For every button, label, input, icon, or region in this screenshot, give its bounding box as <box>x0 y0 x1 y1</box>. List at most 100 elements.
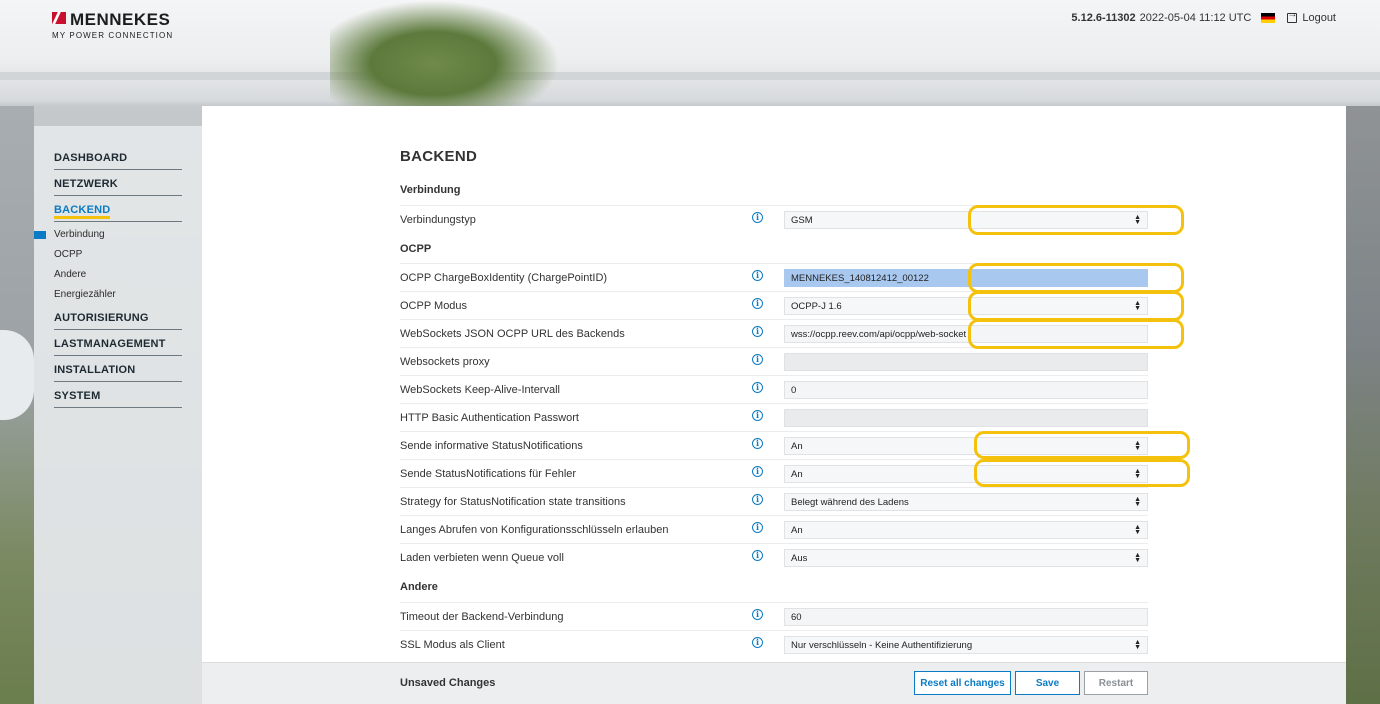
setting-label: SSL Modus als Client <box>400 638 505 651</box>
german-flag-icon[interactable] <box>1261 13 1276 23</box>
sidebar-item-label: INSTALLATION <box>54 364 136 376</box>
setting-row-verbindungstyp: Verbindungstyp i GSM ▲ ▼ <box>400 205 1148 233</box>
select-value: GSM <box>791 214 813 226</box>
section-title-andere: Andere <box>400 581 438 593</box>
info-icon[interactable]: i <box>752 270 763 281</box>
setting-row-error-status: Sende StatusNotifications für Fehler i A… <box>400 459 1148 487</box>
select-value: Belegt während des Ladens <box>791 496 909 508</box>
info-icon[interactable]: i <box>752 466 763 477</box>
setting-label: Langes Abrufen von Konfigurationsschlüss… <box>400 523 669 536</box>
select-value: An <box>791 468 803 480</box>
ocpp-modus-select[interactable]: OCPP-J 1.6 ▲ ▼ <box>784 297 1148 315</box>
select-caret-icon: ▲ ▼ <box>1134 639 1141 651</box>
info-icon[interactable]: i <box>752 326 763 337</box>
setting-label: OCPP ChargeBoxIdentity (ChargePointID) <box>400 271 608 284</box>
input-value: 0 <box>791 384 797 396</box>
setting-row-keepalive: WebSockets Keep-Alive-Intervall i 0 <box>400 375 1148 403</box>
setting-label: Websockets proxy <box>400 355 490 368</box>
state-strategy-select[interactable]: Belegt während des Ladens ▲ ▼ <box>784 493 1148 511</box>
background-car <box>0 330 34 420</box>
setting-label: Verbindungstyp <box>400 213 476 226</box>
section-title-verbindung: Verbindung <box>400 184 461 196</box>
reset-all-changes-button[interactable]: Reset all changes <box>914 671 1011 695</box>
subnav-verbindung[interactable]: Verbindung <box>34 226 182 246</box>
logo-tagline: MY POWER CONNECTION <box>52 31 174 40</box>
background-building-band <box>0 72 1380 80</box>
background-tree <box>330 0 560 106</box>
select-caret-icon: ▲ ▼ <box>1134 552 1141 564</box>
sidebar-item-netzwerk[interactable]: NETZWERK <box>54 176 182 196</box>
setting-row-informative-status: Sende informative StatusNotifications i … <box>400 431 1148 459</box>
sidebar-item-autorisierung[interactable]: AUTORISIERUNG <box>54 310 182 330</box>
main-panel: BACKEND Verbindung Verbindungstyp i GSM … <box>202 106 1346 704</box>
select-value: Nur verschlüsseln - Keine Authentifizier… <box>791 639 973 651</box>
logout-button[interactable]: Logout <box>1287 9 1336 24</box>
restart-button[interactable]: Restart <box>1084 671 1148 695</box>
background-right-scenery <box>1346 106 1380 704</box>
sidebar-item-label: DASHBOARD <box>54 152 128 164</box>
setting-row-state-strategy: Strategy for StatusNotification state tr… <box>400 487 1148 515</box>
top-bar: 5.12.6-11302 2022-05-04 11:12 UTC Logout <box>1071 9 1336 24</box>
select-caret-icon: ▲ ▼ <box>1134 524 1141 536</box>
info-icon[interactable]: i <box>752 550 763 561</box>
sidebar-item-label: LASTMANAGEMENT <box>54 338 166 350</box>
setting-label: OCPP Modus <box>400 299 468 312</box>
backend-submenu: Verbindung OCPP Andere Energiezähler <box>34 226 182 306</box>
websocket-url-input[interactable]: wss://ocpp.reev.com/api/ocpp/web-socket <box>784 325 1148 343</box>
save-button[interactable]: Save <box>1015 671 1080 695</box>
select-caret-icon: ▲ ▼ <box>1134 440 1141 452</box>
http-auth-password-input[interactable] <box>784 409 1148 427</box>
info-icon[interactable]: i <box>752 382 763 393</box>
info-icon[interactable]: i <box>752 609 763 620</box>
info-icon[interactable]: i <box>752 438 763 449</box>
setting-label: Laden verbieten wenn Queue voll <box>400 551 564 564</box>
sidebar-item-backend[interactable]: BACKEND <box>54 202 182 222</box>
sidebar-item-installation[interactable]: INSTALLATION <box>54 362 182 382</box>
setting-row-http-auth-password: HTTP Basic Authentication Passwort i <box>400 403 1148 431</box>
select-caret-icon: ▲ ▼ <box>1134 214 1141 226</box>
websockets-proxy-input[interactable] <box>784 353 1148 371</box>
subnav-energiezaehler[interactable]: Energiezähler <box>54 286 182 306</box>
subnav-ocpp[interactable]: OCPP <box>54 246 182 266</box>
setting-row-ssl-mode: SSL Modus als Client i Nur verschlüsseln… <box>400 630 1148 658</box>
verbindungstyp-select[interactable]: GSM ▲ ▼ <box>784 211 1148 229</box>
section-title-ocpp: OCPP <box>400 243 432 255</box>
setting-row-long-config-keys: Langes Abrufen von Konfigurationsschlüss… <box>400 515 1148 543</box>
setting-label: Sende informative StatusNotifications <box>400 439 583 452</box>
sidebar-item-lastmanagement[interactable]: LASTMANAGEMENT <box>54 336 182 356</box>
sidebar-item-dashboard[interactable]: DASHBOARD <box>54 150 182 170</box>
info-icon[interactable]: i <box>752 354 763 365</box>
setting-row-backend-timeout: Timeout der Backend-Verbindung i 60 <box>400 602 1148 630</box>
info-icon[interactable]: i <box>752 212 763 223</box>
logo-name: MENNEKES <box>70 10 171 29</box>
long-config-keys-select[interactable]: An ▲ ▼ <box>784 521 1148 539</box>
subnav-andere[interactable]: Andere <box>54 266 182 286</box>
setting-label: Timeout der Backend-Verbindung <box>400 610 564 623</box>
setting-row-queue-full: Laden verbieten wenn Queue voll i Aus ▲ ▼ <box>400 543 1148 571</box>
info-icon[interactable]: i <box>752 637 763 648</box>
info-icon[interactable]: i <box>752 522 763 533</box>
input-value: MENNEKES_140812412_00122 <box>791 272 929 284</box>
setting-label: Strategy for StatusNotification state tr… <box>400 495 626 508</box>
setting-row-websockets-proxy: Websockets proxy i <box>400 347 1148 375</box>
info-icon[interactable]: i <box>752 298 763 309</box>
error-status-select[interactable]: An ▲ ▼ <box>784 465 1148 483</box>
backend-timeout-input[interactable]: 60 <box>784 608 1148 626</box>
sidebar-item-label: SYSTEM <box>54 390 101 402</box>
unsaved-changes-bar: Unsaved Changes Reset all changes Save R… <box>202 662 1346 704</box>
queue-full-select[interactable]: Aus ▲ ▼ <box>784 549 1148 567</box>
input-value: wss://ocpp.reev.com/api/ocpp/web-socket <box>791 328 967 340</box>
ssl-mode-select[interactable]: Nur verschlüsseln - Keine Authentifizier… <box>784 636 1148 654</box>
select-value: Aus <box>791 552 808 564</box>
mennekes-logo-icon <box>52 12 66 24</box>
keepalive-input[interactable]: 0 <box>784 381 1148 399</box>
info-icon[interactable]: i <box>752 410 763 421</box>
select-caret-icon: ▲ ▼ <box>1134 468 1141 480</box>
chargeboxidentity-input[interactable]: MENNEKES_140812412_00122 <box>784 269 1148 287</box>
info-icon[interactable]: i <box>752 494 763 505</box>
informative-status-select[interactable]: An ▲ ▼ <box>784 437 1148 455</box>
sidebar-item-system[interactable]: SYSTEM <box>54 388 182 408</box>
select-caret-icon: ▲ ▼ <box>1134 496 1141 508</box>
setting-row-websocket-url: WebSockets JSON OCPP URL des Backends i … <box>400 319 1148 347</box>
select-value: An <box>791 524 803 536</box>
